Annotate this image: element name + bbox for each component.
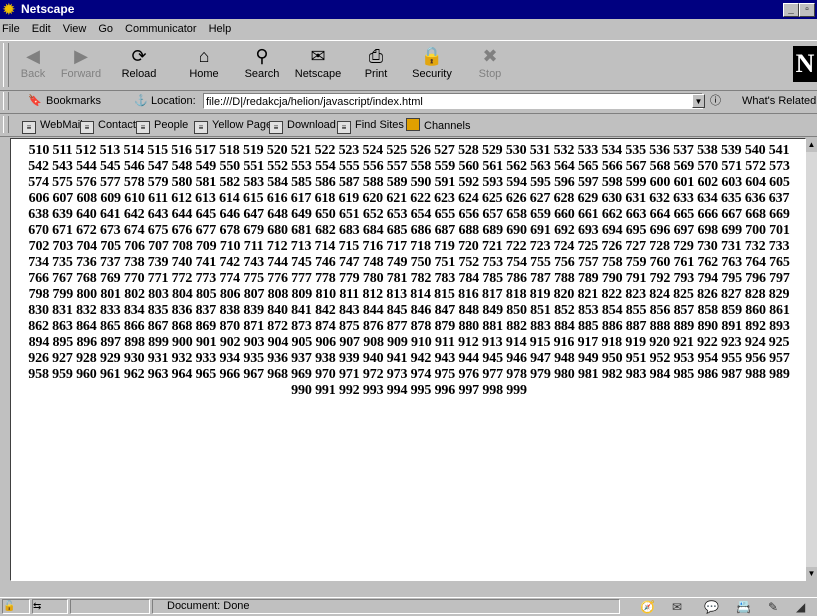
location-grip[interactable] [3, 92, 9, 110]
security-lock-icon: 🔒 [420, 46, 444, 66]
personal-download[interactable]: ≡ Download [269, 118, 336, 134]
stop-button[interactable]: ✖ Stop [466, 43, 514, 87]
personal-item-label: People [154, 119, 189, 131]
bookmark-page-icon: ≡ [22, 121, 36, 134]
back-label: Back [20, 68, 46, 80]
personal-item-label: Yellow Pages [212, 119, 278, 131]
netscape-icon: ✉ [310, 46, 326, 66]
url-input[interactable]: file:///D|/redakcja/helion/javascript/in… [203, 93, 703, 109]
personal-yellow-pages[interactable]: ≡ Yellow Pages [194, 118, 278, 134]
home-icon: ⌂ [198, 46, 210, 66]
security-button[interactable]: 🔒 Security [408, 43, 456, 87]
page-content: 510 511 512 513 514 515 516 517 518 519 … [10, 138, 806, 581]
navigation-toolbar: ◀ Back ▶ Forward ⟳ Reload ⌂ Home ⚲ Search ✉ Netscap… [0, 40, 817, 91]
whats-related-button[interactable]: What's Related [742, 94, 816, 108]
personal-item-label: Channels [424, 120, 471, 132]
title-bar: ✹ Netscape _ ▫ [0, 0, 817, 19]
search-icon: ⚲ [255, 46, 269, 66]
connection-icon: ⇆ [32, 599, 68, 614]
personal-find-sites[interactable]: ≡ Find Sites [337, 118, 404, 134]
personal-item-label: Download [287, 119, 336, 131]
forward-button[interactable]: ▶ Forward [57, 43, 105, 87]
print-icon: ⎙ [368, 46, 384, 66]
menu-communicator[interactable]: Communicator [125, 23, 197, 35]
address-book-icon[interactable]: 📇 [736, 600, 751, 614]
mail-icon[interactable]: ✉ [672, 600, 682, 614]
channels-icon [406, 118, 420, 131]
whats-related-icon[interactable]: ⓘ [710, 94, 721, 108]
vertical-scrollbar[interactable]: ▲ ▼ [806, 138, 817, 581]
bookmarks-button[interactable]: Bookmarks [46, 94, 101, 108]
newsgroups-icon[interactable]: 💬 [704, 600, 719, 614]
back-arrow-icon: ◀ [26, 46, 40, 66]
personal-contact[interactable]: ≡ Contact [80, 118, 136, 134]
status-bar: 🔓 ⇆ Document: Done 🧭 ✉ 💬 📇 ✎ ◢ [0, 597, 817, 616]
reload-icon: ⟳ [131, 46, 147, 66]
security-label: Security [412, 68, 452, 80]
bookmark-page-icon: ≡ [136, 121, 150, 134]
reload-label: Reload [121, 68, 157, 80]
bookmark-page-icon: ≡ [337, 121, 351, 134]
reload-button[interactable]: ⟳ Reload [115, 43, 163, 87]
personal-channels[interactable]: Channels [406, 118, 470, 133]
scroll-down-icon[interactable]: ▼ [806, 567, 817, 581]
security-status-icon[interactable]: 🔓 [2, 599, 30, 614]
number-list: 510 511 512 513 514 515 516 517 518 519 … [28, 143, 790, 398]
url-dropdown-icon[interactable]: ▼ [692, 94, 705, 108]
menu-help[interactable]: Help [209, 23, 232, 35]
personal-item-label: Contact [98, 119, 136, 131]
location-icon[interactable]: ⚓ [134, 94, 148, 108]
forward-label: Forward [60, 68, 102, 80]
status-text: Document: Done [152, 599, 620, 614]
home-label: Home [189, 68, 219, 80]
resize-grip-icon[interactable]: ◢ [796, 600, 805, 614]
bookmark-page-icon: ≡ [80, 121, 94, 134]
window-title: Netscape [21, 2, 75, 16]
personal-item-label: Find Sites [355, 119, 404, 131]
bookmarks-icon[interactable]: 🔖 [28, 94, 42, 108]
search-button[interactable]: ⚲ Search [238, 43, 286, 87]
stop-label: Stop [478, 68, 502, 80]
netscape-app-icon: ✹ [3, 1, 15, 17]
menu-bar: File Edit View Go Communicator Help [0, 19, 817, 39]
progress-panel [70, 599, 150, 614]
personal-toolbar: ≡ WebMail ≡ Contact ≡ People ≡ Yellow Pages ≡ Dow… [0, 114, 817, 137]
location-label: Location: [151, 95, 196, 107]
menu-go[interactable]: Go [98, 23, 113, 35]
menu-edit[interactable]: Edit [32, 23, 51, 35]
scroll-up-icon[interactable]: ▲ [806, 138, 817, 152]
back-button[interactable]: ◀ Back [9, 43, 57, 87]
search-label: Search [244, 68, 280, 80]
personal-webmail[interactable]: ≡ WebMail [22, 118, 83, 134]
menu-file[interactable]: File [2, 23, 20, 35]
stop-icon: ✖ [482, 46, 498, 66]
bookmark-page-icon: ≡ [194, 121, 208, 134]
composer-icon[interactable]: ✎ [768, 600, 778, 614]
print-label: Print [364, 68, 388, 80]
home-button[interactable]: ⌂ Home [180, 43, 228, 87]
netscape-button[interactable]: ✉ Netscape [294, 43, 342, 87]
menu-view[interactable]: View [63, 23, 87, 35]
bookmark-page-icon: ≡ [269, 121, 283, 134]
maximize-icon[interactable]: ▫ [799, 3, 815, 17]
personal-people[interactable]: ≡ People [136, 118, 188, 134]
minimize-icon[interactable]: _ [783, 3, 799, 17]
netscape-label: Netscape [294, 68, 342, 80]
forward-arrow-icon: ▶ [74, 46, 88, 66]
location-toolbar: 🔖 Bookmarks ⚓ Location: file:///D|/redak… [0, 90, 817, 114]
personal-grip[interactable] [3, 116, 9, 133]
personal-item-label: WebMail [40, 119, 83, 131]
component-bar-navigator-icon[interactable]: 🧭 [640, 600, 655, 614]
netscape-logo[interactable]: N [793, 46, 817, 82]
print-button[interactable]: ⎙ Print [352, 43, 400, 87]
